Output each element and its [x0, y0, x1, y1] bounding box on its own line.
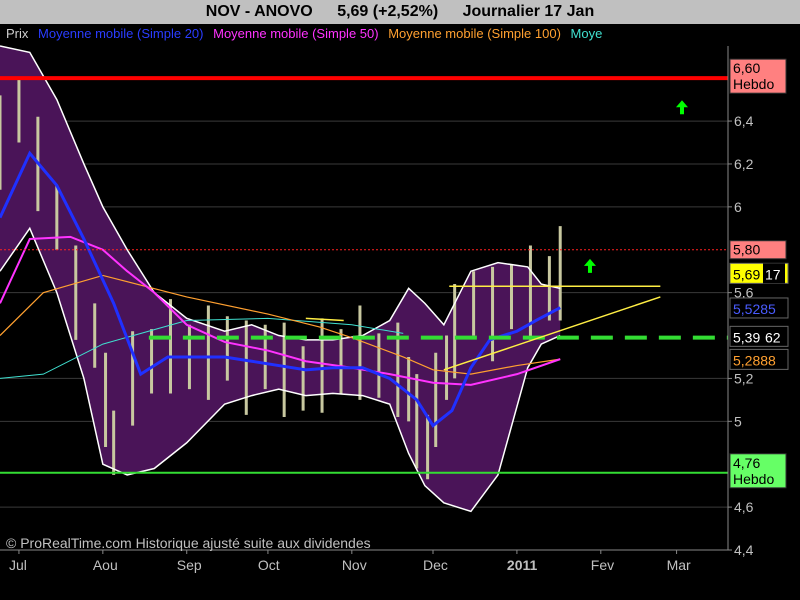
x-tick-label: Dec: [423, 557, 448, 573]
level-badge-text: Hebdo: [733, 76, 774, 92]
level-badge-value: 5,80: [733, 242, 760, 258]
level-badge-value: 6,60: [733, 60, 760, 76]
y-tick-label: 5: [734, 413, 742, 429]
chart-window: { "header": { "symbol": "NOV - ANOVO", "…: [0, 0, 800, 600]
x-tick-label: Fev: [591, 557, 614, 573]
price-badge-value: 5,2888: [733, 352, 776, 368]
band-fill: [0, 46, 561, 512]
price-chart[interactable]: 6,46,265,65,254,64,46,60Hebdo5,804,76Heb…: [0, 0, 800, 600]
y-tick-label: 6,4: [734, 113, 754, 129]
price-badge-value: 5,69: [733, 266, 760, 282]
y-tick-label: 6: [734, 199, 742, 215]
x-tick-label: 2011: [507, 557, 538, 573]
copyright-note: © ProRealTime.com Historique ajusté suit…: [6, 535, 371, 551]
up-arrow-icon: [583, 258, 596, 273]
y-tick-label: 5,2: [734, 370, 754, 386]
level-badge-value: 4,76: [733, 455, 760, 471]
y-tick-label: 4,4: [734, 542, 754, 558]
y-tick-label: 6,2: [734, 156, 754, 172]
x-tick-label: Nov: [342, 557, 367, 573]
x-tick-label: Sep: [177, 557, 202, 573]
price-badge-value: 5,5285: [733, 301, 776, 317]
trendline: [305, 317, 344, 322]
y-axis-panel: [728, 46, 800, 600]
y-tick-label: 4,6: [734, 499, 754, 515]
price-badge-suffix: 17: [765, 266, 781, 282]
level-badge-text: Hebdo: [733, 471, 774, 487]
x-tick-label: Aou: [93, 557, 118, 573]
up-arrow-icon: [675, 100, 688, 115]
price-badge-suffix: 62: [765, 329, 781, 345]
x-tick-label: Jul: [9, 557, 27, 573]
x-tick-label: Mar: [667, 557, 691, 573]
x-tick-label: Oct: [258, 557, 280, 573]
price-badge-value: 5,39: [733, 329, 760, 345]
